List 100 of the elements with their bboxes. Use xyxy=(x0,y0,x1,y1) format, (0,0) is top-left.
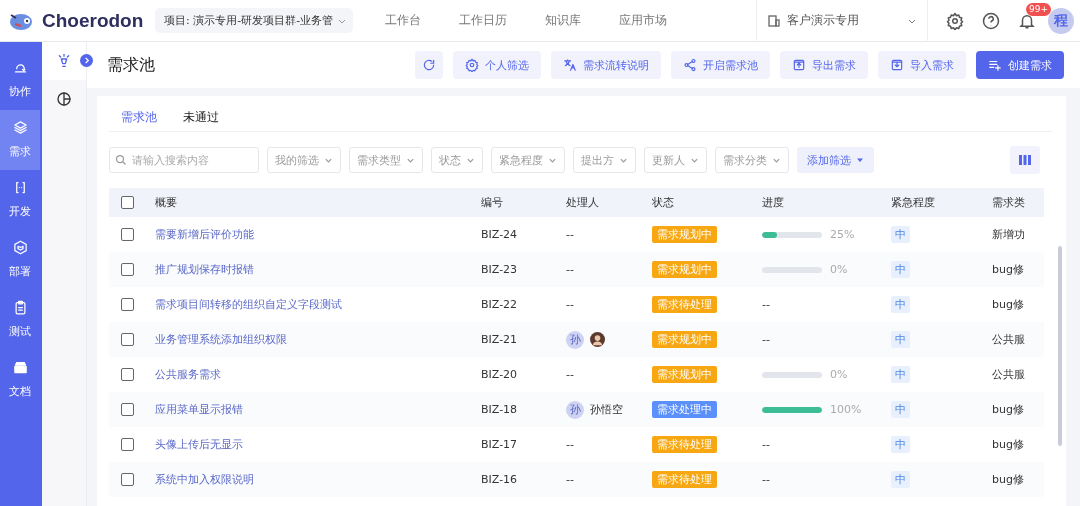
progress-cell-text: -- xyxy=(762,473,771,486)
toolbar-button[interactable]: 开启需求池 xyxy=(671,51,770,79)
row-checkbox[interactable] xyxy=(121,403,134,416)
filter-dropdown[interactable]: 我的筛选 xyxy=(267,147,341,173)
top-nav-link[interactable]: 工作台 xyxy=(379,12,428,29)
progress-reading: 100% xyxy=(830,403,862,416)
add-filter-button[interactable]: 添加筛选 xyxy=(797,147,874,173)
assignee-cell-text: -- xyxy=(566,228,575,241)
columns-icon xyxy=(1019,155,1031,165)
row-checkbox[interactable] xyxy=(121,438,134,451)
issue-id: BIZ-20 xyxy=(481,368,519,381)
side-nav-item[interactable]: 测试 xyxy=(0,290,40,350)
issue-id: BIZ-17 xyxy=(481,438,519,451)
summary-link[interactable]: 需求项目间转移的组织自定义字段测试 xyxy=(155,297,481,312)
column-header: 概要 xyxy=(155,195,178,210)
settings-icon xyxy=(946,11,964,30)
caret-icon xyxy=(856,156,864,164)
urgency-tag: 中 xyxy=(891,296,910,313)
top-nav-link[interactable]: 工作日历 xyxy=(453,12,514,29)
building-icon xyxy=(767,13,781,28)
side-nav-item[interactable]: 协作 xyxy=(0,50,40,110)
search-icon xyxy=(115,154,127,166)
row-checkbox[interactable] xyxy=(121,228,134,241)
refresh-button[interactable] xyxy=(415,51,443,79)
column-header: 紧急程度 xyxy=(891,195,936,210)
tab[interactable]: 未通过 xyxy=(183,106,219,128)
summary-link[interactable]: 业务管理系统添加组织权限 xyxy=(155,332,481,347)
sub-nav-item[interactable] xyxy=(42,42,86,80)
issue-id: BIZ-22 xyxy=(481,298,519,311)
urgency-tag: 中 xyxy=(891,471,910,488)
progress-reading: 25% xyxy=(830,228,855,241)
issue-id: BIZ-16 xyxy=(481,473,519,486)
columns-button[interactable] xyxy=(1010,146,1040,174)
refresh-icon xyxy=(422,58,436,72)
urgency-tag: 中 xyxy=(891,226,910,243)
layers-icon xyxy=(12,120,28,135)
side-nav-item[interactable]: 需求 xyxy=(0,110,40,170)
tab[interactable]: 需求池 xyxy=(121,106,157,128)
urgency-tag: 中 xyxy=(891,366,910,383)
side-nav-item[interactable]: 部署 xyxy=(0,230,40,290)
summary-link[interactable]: 公共服务需求 xyxy=(155,367,481,382)
column-header: 状态 xyxy=(652,195,675,210)
issue-id: BIZ-24 xyxy=(481,228,519,241)
type-cell-text: bug修 xyxy=(992,437,1025,452)
toolbar-button[interactable]: 需求流转说明 xyxy=(551,51,661,79)
issue-id: BIZ-18 xyxy=(481,403,519,416)
bulb-icon xyxy=(56,53,72,69)
row-checkbox[interactable] xyxy=(121,298,134,311)
toolbar-button[interactable]: 个人筛选 xyxy=(453,51,541,79)
add-list-icon xyxy=(988,58,1002,72)
summary-link[interactable]: 推广规划保存时报错 xyxy=(155,262,481,277)
user-avatar[interactable]: 程 xyxy=(1048,7,1074,34)
select-all-checkbox[interactable] xyxy=(121,196,134,209)
issue-id: BIZ-23 xyxy=(481,263,519,276)
translate-icon xyxy=(563,58,577,72)
settings-button[interactable] xyxy=(946,11,964,30)
toolbar-button[interactable]: 导入需求 xyxy=(878,51,966,79)
status-tag: 需求处理中 xyxy=(652,401,717,418)
row-checkbox[interactable] xyxy=(121,263,134,276)
progress-bar xyxy=(762,406,822,413)
column-header: 编号 xyxy=(481,195,504,210)
summary-link[interactable]: 应用菜单显示报错 xyxy=(155,402,481,417)
clipboard-icon xyxy=(12,300,28,315)
top-nav-link[interactable]: 应用市场 xyxy=(613,12,674,29)
type-cell-text: 新增功 xyxy=(992,227,1026,242)
tray-icon xyxy=(12,360,28,375)
row-checkbox[interactable] xyxy=(121,333,134,346)
summary-link[interactable]: 头像上传后无显示 xyxy=(155,437,481,452)
summary-link[interactable]: 需要新增后评价功能 xyxy=(155,227,481,242)
user-avatar: 孙 xyxy=(566,400,584,419)
page-title: 需求池 xyxy=(107,54,155,76)
urgency-tag: 中 xyxy=(891,331,910,348)
toolbar-button[interactable]: 创建需求 xyxy=(976,51,1064,79)
filter-dropdown[interactable]: 需求类型 xyxy=(349,147,423,173)
side-nav-item[interactable]: 文档 xyxy=(0,350,40,410)
filter-dropdown[interactable]: 需求分类 xyxy=(715,147,789,173)
filter-dropdown[interactable]: 更新人 xyxy=(644,147,707,173)
filter-dropdown[interactable]: 提出方 xyxy=(573,147,636,173)
side-nav-item[interactable]: 开发 xyxy=(0,170,40,230)
column-header: 处理人 xyxy=(566,195,600,210)
search-field[interactable]: 请输入搜索内容 xyxy=(109,147,259,173)
filter-dropdown[interactable]: 紧急程度 xyxy=(491,147,565,173)
filter-dropdown[interactable]: 状态 xyxy=(431,147,483,173)
help-button[interactable] xyxy=(982,11,1000,30)
summary-link[interactable]: 系统中加入权限说明 xyxy=(155,472,481,487)
type-cell-text: bug修 xyxy=(992,402,1025,417)
urgency-tag: 中 xyxy=(891,436,910,453)
column-header: 需求类 xyxy=(992,195,1026,210)
row-checkbox[interactable] xyxy=(121,473,134,486)
top-nav-link[interactable]: 知识库 xyxy=(539,12,588,29)
app-name: Choerodon xyxy=(42,9,144,32)
gear-icon xyxy=(465,58,479,72)
organization-selector[interactable]: 客户演示专用 xyxy=(756,0,928,42)
row-checkbox[interactable] xyxy=(121,368,134,381)
project-selector[interactable]: 项目: 演示专用-研发项目群-业务管 xyxy=(155,8,354,33)
assignee-cell-text: -- xyxy=(566,438,575,451)
toolbar-button[interactable]: 导出需求 xyxy=(780,51,868,79)
pie-icon xyxy=(56,91,72,107)
notification-badge: 99+ xyxy=(1026,2,1051,16)
progress-cell-text: -- xyxy=(762,333,771,346)
